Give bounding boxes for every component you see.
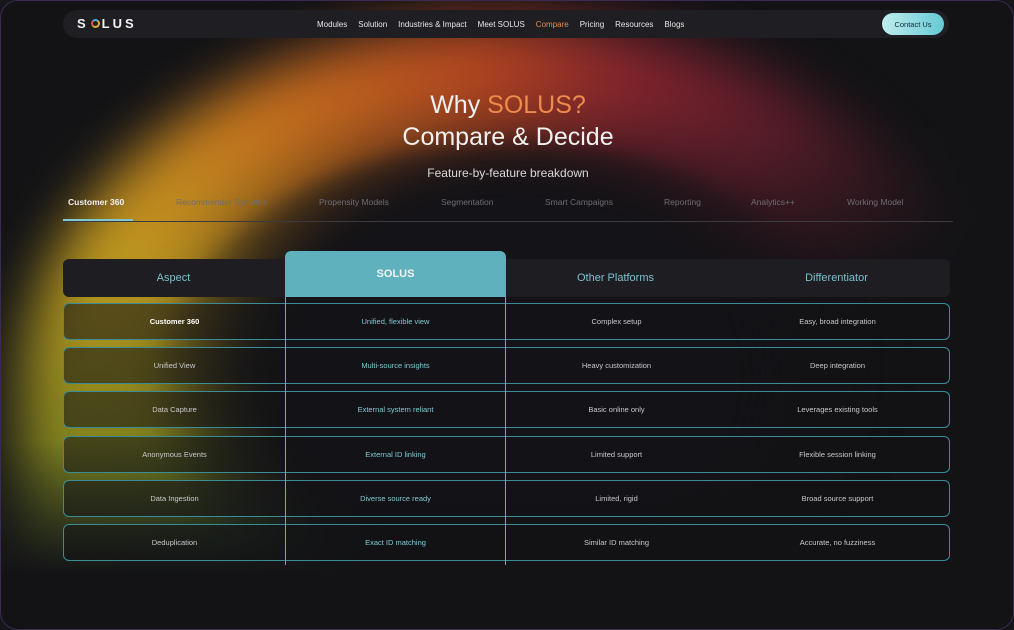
tab-analytics[interactable]: Analytics++: [751, 197, 795, 207]
cell-aspect: Deduplication: [151, 537, 198, 547]
cell-other: Heavy customization: [581, 360, 652, 370]
nav-item-blogs[interactable]: Blogs: [664, 20, 684, 29]
tab-propensity-models[interactable]: Propensity Models: [319, 197, 389, 207]
header-other-platforms: Other Platforms: [576, 272, 655, 284]
table-row: Unified View Multi-source insights Heavy…: [63, 347, 950, 384]
cell-differentiator: Flexible session linking: [799, 449, 876, 459]
logo-ring-icon: [90, 19, 100, 28]
nav-item-solution[interactable]: Solution: [358, 20, 387, 29]
tab-recommender-systems[interactable]: Recommender Systems: [176, 197, 267, 207]
tab-segmentation[interactable]: Segmentation: [441, 197, 493, 207]
page-frame: S LUS Modules Solution Industries & Impac…: [0, 0, 1014, 630]
contact-us-button[interactable]: Contact Us: [882, 13, 944, 35]
table-row: Data Ingestion Diverse source ready Limi…: [63, 480, 950, 517]
page-title: Why SOLUS?: [430, 91, 586, 119]
cell-aspect: Data Ingestion: [150, 493, 199, 503]
table-row: Data Capture External system reliant Bas…: [63, 391, 950, 428]
tab-customer-360[interactable]: Customer 360: [68, 197, 124, 207]
page-subtitle: Compare & Decide: [402, 123, 614, 151]
nav-item-compare[interactable]: Compare: [536, 20, 569, 29]
nav-item-industries-impact[interactable]: Industries & Impact: [398, 20, 466, 29]
top-nav: S LUS Modules Solution Industries & Impac…: [63, 10, 949, 38]
cell-differentiator: Accurate, no fuzziness: [799, 537, 876, 547]
nav-item-modules[interactable]: Modules: [317, 20, 347, 29]
table-row: Customer 360 Unified, flexible view Comp…: [63, 303, 950, 340]
active-tab-indicator: [63, 219, 133, 221]
cell-aspect: Anonymous Events: [142, 449, 207, 459]
page-tagline: Feature-by-feature breakdown: [427, 166, 589, 180]
nav-item-resources[interactable]: Resources: [615, 20, 653, 29]
cell-aspect: Customer 360: [149, 316, 200, 326]
cell-other: Complex setup: [591, 316, 642, 326]
cell-differentiator: Leverages existing tools: [797, 404, 878, 414]
header-solus: SOLUS: [285, 251, 506, 297]
cell-differentiator: Deep integration: [809, 360, 866, 370]
header-aspect: Aspect: [156, 272, 191, 284]
nav-item-pricing[interactable]: Pricing: [580, 20, 604, 29]
tab-working-model[interactable]: Working Model: [847, 197, 904, 207]
cell-other: Basic online only: [588, 404, 645, 414]
solus-column-highlight: [285, 297, 506, 565]
solus-logo[interactable]: S LUS: [77, 16, 137, 31]
table-row: Deduplication Exact ID matching Similar …: [63, 524, 950, 561]
cell-other: Limited, rigid: [595, 493, 638, 503]
header-differentiator: Differentiator: [805, 272, 868, 284]
table-row: Anonymous Events External ID linking Lim…: [63, 436, 950, 473]
tab-smart-campaigns[interactable]: Smart Campaigns: [545, 197, 613, 207]
cell-aspect: Data Capture: [152, 404, 197, 414]
feature-tabs: Customer 360 Recommender Systems Propens…: [63, 197, 953, 222]
title-accent: SOLUS?: [487, 91, 586, 119]
tab-reporting[interactable]: Reporting: [664, 197, 701, 207]
cell-aspect: Unified View: [153, 360, 196, 370]
cell-differentiator: Easy, broad integration: [799, 316, 876, 326]
cell-other: Limited support: [590, 449, 643, 459]
nav-item-meet-solus[interactable]: Meet SOLUS: [478, 20, 525, 29]
table-header: Aspect Other Platforms Differentiator: [63, 259, 950, 297]
cell-differentiator: Broad source support: [801, 493, 874, 503]
nav-menu: Modules Solution Industries & Impact Mee…: [317, 10, 684, 38]
cell-other: Similar ID matching: [583, 537, 650, 547]
